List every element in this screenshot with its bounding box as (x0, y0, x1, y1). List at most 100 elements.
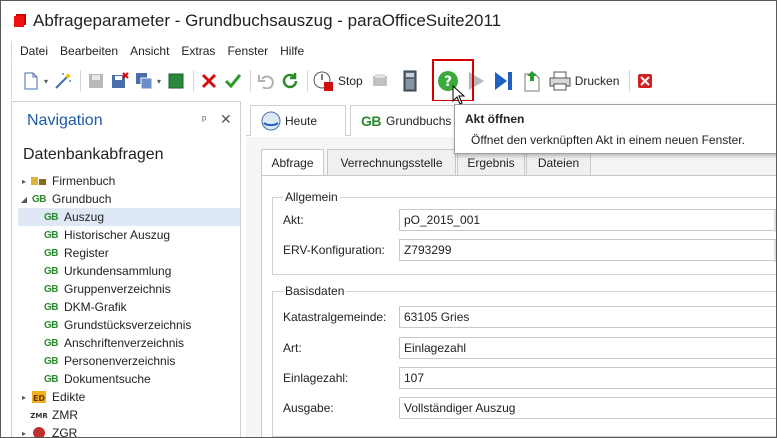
toolbar-separator (250, 70, 252, 92)
tab-grundbuch-label: Grundbuchs (386, 114, 452, 128)
title-bar: Abfrageparameter - Grundbuchsauszug - pa… (1, 1, 776, 41)
toolbar-separator (193, 70, 195, 92)
print-label[interactable]: Drucken (575, 74, 620, 88)
gb-icon: GB (44, 247, 59, 259)
group-title-allgemein: Allgemein (283, 190, 340, 204)
undo-icon[interactable] (255, 70, 277, 92)
tree-item-grundstuecksverzeichnis[interactable]: GB Grundstücksverzeichnis (18, 316, 240, 334)
stop-icon[interactable] (312, 70, 334, 92)
menu-datei[interactable]: Datei (14, 44, 54, 58)
tree-item-zmr[interactable]: ZMR ZMR (18, 406, 240, 424)
gb-icon: GB (44, 373, 59, 385)
new-document-icon[interactable] (20, 70, 42, 92)
refresh-icon[interactable] (279, 70, 301, 92)
toolbar-separator (629, 70, 631, 92)
gb-icon: GB (44, 355, 59, 367)
tree-item-dokumentsuche[interactable]: GB Dokumentsuche (18, 370, 240, 388)
window-title: Abfrageparameter - Grundbuchsauszug - pa… (33, 11, 502, 30)
menu-fenster[interactable]: Fenster (221, 44, 274, 58)
tab-grundbuchsauszug[interactable]: GB Grundbuchs (350, 105, 460, 136)
stop-label[interactable]: Stop (338, 74, 363, 88)
tree-item-label: Edikte (52, 390, 86, 404)
expand-icon[interactable]: ▸ (18, 177, 30, 186)
save-as-icon[interactable] (133, 70, 155, 92)
tree-item-label: ZGR (52, 426, 78, 438)
tree-item-firmenbuch[interactable]: ▸ Firmenbuch (18, 172, 240, 190)
open-file-icon[interactable] (399, 70, 421, 92)
expand-icon[interactable]: ▸ (18, 393, 30, 402)
tree-item-urkundensammlung[interactable]: GB Urkundensammlung (18, 262, 240, 280)
tree-item-personenverzeichnis[interactable]: GB Personenverzeichnis (18, 352, 240, 370)
katastralgemeinde-field[interactable]: 63105 Gries (399, 306, 776, 328)
save-close-icon[interactable] (109, 70, 131, 92)
gb-icon: GB (361, 113, 382, 129)
tree-item-label: Gruppenverzeichnis (64, 282, 171, 296)
tab-abfrage[interactable]: Abfrage (261, 149, 324, 176)
menu-bearbeiten[interactable]: Bearbeiten (54, 44, 124, 58)
gb-icon: GB (32, 193, 47, 205)
tab-heute-label: Heute (285, 114, 318, 128)
upload-document-icon[interactable] (521, 70, 543, 92)
gb-icon: GB (44, 283, 59, 295)
zmr-icon: ZMR (30, 408, 48, 422)
einlagezahl-field[interactable]: 107 (399, 367, 776, 389)
svg-text:ED: ED (33, 394, 45, 403)
tree-item-dkm-grafik[interactable]: GB DKM-Grafik (18, 298, 240, 316)
tree-item-register[interactable]: GB Register (18, 244, 240, 262)
gb-icon: GB (44, 337, 59, 349)
tree-item-label: Urkundensammlung (64, 264, 172, 278)
printer-icon[interactable] (549, 70, 571, 92)
mouse-cursor-icon (452, 85, 466, 105)
tooltip-description: Öffnet den verknüpften Akt in einem neue… (471, 133, 745, 147)
tree-item-auszug[interactable]: GB Auszug (18, 208, 240, 226)
group-title-basisdaten: Basisdaten (283, 284, 347, 298)
pin-icon[interactable]: ᵖ (202, 114, 206, 126)
tab-verrechnungsstelle[interactable]: Verrechnungsstelle (327, 149, 456, 175)
delete-icon[interactable] (198, 70, 220, 92)
save-record-icon[interactable] (369, 70, 391, 92)
tree-item-label: DKM-Grafik (64, 300, 127, 314)
new-dropdown-icon[interactable]: ▾ (44, 77, 48, 86)
tree-item-grundbuch[interactable]: ◢ GB Grundbuch (18, 190, 240, 208)
heute-icon (261, 111, 283, 131)
menu-bar: Datei Bearbeiten Ansicht Extras Fenster … (11, 41, 776, 61)
green-square-icon[interactable] (165, 70, 187, 92)
checkmark-icon[interactable] (222, 70, 244, 92)
gb-icon: GB (44, 229, 59, 241)
akt-label: Akt: (283, 213, 304, 227)
ausgabe-field[interactable]: Vollständiger Auszug (399, 397, 776, 419)
gb-icon: GB (44, 319, 59, 331)
tree-item-label: Dokumentsuche (64, 372, 151, 386)
art-field[interactable]: Einlagezahl (399, 337, 776, 359)
tree-item-label: Grundstücksverzeichnis (64, 318, 192, 332)
abfrage-panel: Allgemein Akt: pO_2015_001 ERV-Konfigura… (261, 175, 776, 437)
tree-item-label: Personenverzeichnis (64, 354, 176, 368)
menu-extras[interactable]: Extras (175, 44, 221, 58)
akt-field[interactable]: pO_2015_001 (399, 209, 776, 232)
firmenbuch-icon (30, 174, 48, 188)
tree-item-anschriftenverzeichnis[interactable]: GB Anschriftenverzeichnis (18, 334, 240, 352)
einlagezahl-label: Einlagezahl: (283, 371, 349, 385)
skip-end-icon[interactable] (493, 70, 515, 92)
collapse-icon[interactable]: ◢ (18, 195, 30, 204)
close-red-icon[interactable] (634, 70, 656, 92)
app-logo-icon (14, 15, 24, 27)
close-icon[interactable]: ✕ (220, 111, 232, 128)
tree-item-zgr[interactable]: ▸ ZGR (18, 424, 240, 438)
tree-item-edikte[interactable]: ▸ ED Edikte (18, 388, 240, 406)
toolbar-separator (307, 70, 309, 92)
nav-tree: ▸ Firmenbuch ◢ GB Grundbuch GB Auszug GB… (18, 172, 240, 438)
wizard-wand-icon[interactable] (52, 70, 74, 92)
tree-item-historischer-auszug[interactable]: GB Historischer Auszug (18, 226, 240, 244)
save-dropdown-icon[interactable]: ▾ (157, 77, 161, 86)
tab-heute[interactable]: Heute (250, 105, 346, 136)
tree-item-label: ZMR (52, 408, 78, 422)
menu-hilfe[interactable]: Hilfe (274, 44, 310, 58)
svg-text:ZMR: ZMR (30, 412, 48, 420)
menu-ansicht[interactable]: Ansicht (124, 44, 175, 58)
expand-icon[interactable]: ▸ (18, 429, 30, 438)
save-icon[interactable] (85, 70, 107, 92)
tree-item-gruppenverzeichnis[interactable]: GB Gruppenverzeichnis (18, 280, 240, 298)
erv-konfiguration-field[interactable]: Z793299 (399, 239, 776, 262)
group-allgemein: Allgemein Akt: pO_2015_001 ERV-Konfigura… (272, 190, 776, 275)
